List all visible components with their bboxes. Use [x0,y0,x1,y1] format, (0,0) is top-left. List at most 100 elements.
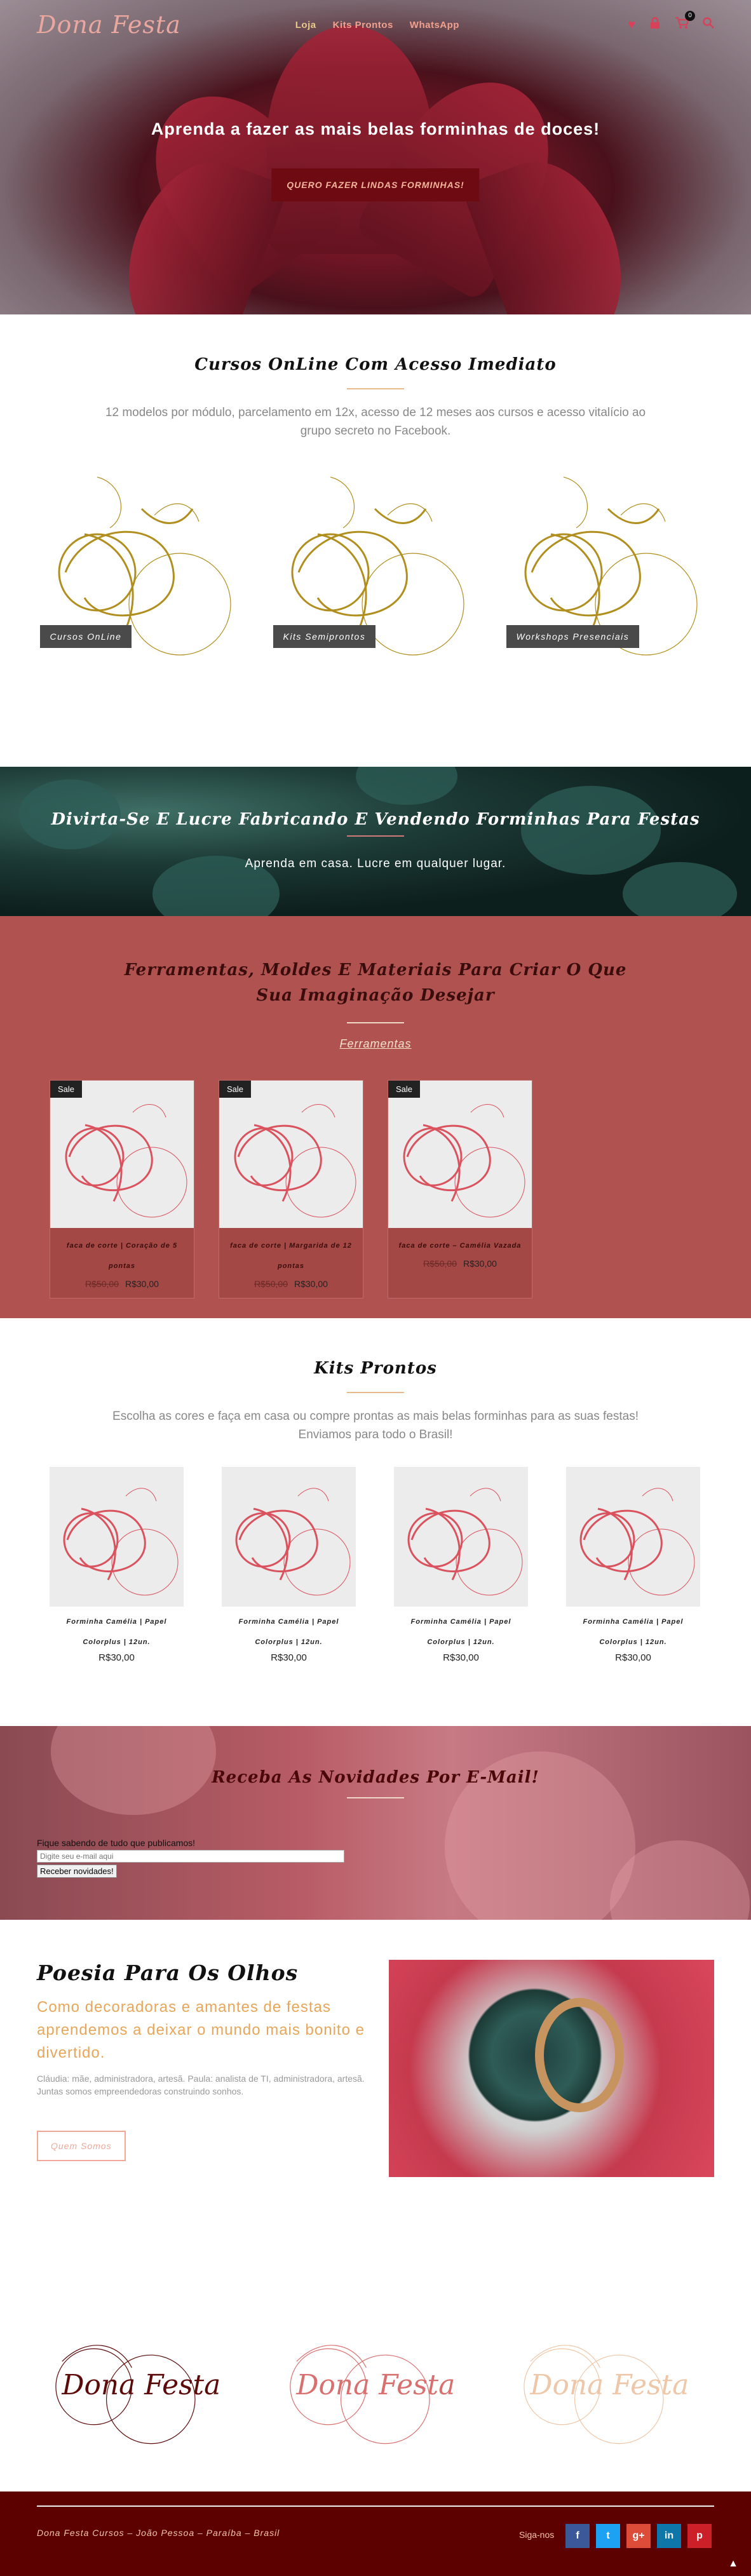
product-price: R$50,00 R$30,00 [388,1256,532,1278]
dona-festa-logo-pink: Dona Festa [289,2345,455,2445]
product-price: R$30,00 [271,1652,307,1663]
logo-text: Dona Festa [61,2369,220,2401]
cursos-description: 12 modelos por módulo, parcelamento em 1… [105,406,646,438]
facebook-icon[interactable]: f [565,2524,590,2548]
product-list: Sale faca de corte | Coração de 5 pontas… [0,1080,751,1298]
twitter-icon[interactable]: t [596,2524,620,2548]
category-kits-semiprontos[interactable]: Kits Semiprontos [273,464,478,674]
divirta-section: Divirta-Se E Lucre Fabricando E Vendendo… [0,767,751,916]
product-image [407,1488,523,1596]
product-image [579,1488,695,1596]
product-image [65,1104,187,1218]
product-card[interactable]: Forminha Camélia | Papel Colorplus | 12u… [394,1467,528,1663]
header-icons: ♥ 0 [628,11,714,33]
product-card[interactable]: Forminha Camélia | Papel Colorplus | 12u… [50,1467,184,1663]
logo-text: Dona Festa [530,2369,689,2401]
product-name[interactable]: faca de corte | Margarida de 12 pontas [219,1228,363,1276]
divider [347,1392,404,1393]
site-footer: Dona Festa Cursos – João Pessoa – Paraíb… [0,2492,751,2576]
product-name[interactable]: faca de corte | Coração de 5 pontas [50,1228,194,1276]
menu-item-loja[interactable]: Loja [295,20,316,30]
product-price: R$30,00 [615,1652,651,1663]
google-plus-icon[interactable]: g+ [626,2524,651,2548]
menu-item-whatsapp[interactable]: WhatsApp [410,20,459,30]
follow-label: Siga-nos [519,2530,555,2540]
product-name[interactable]: Forminha Camélia | Papel Colorplus | 12u… [222,1607,356,1652]
main-menu: Loja Kits Prontos WhatsApp [295,20,459,30]
heart-icon[interactable]: ♥ [628,18,635,32]
subscribe-button[interactable]: Receber novidades! [37,1865,117,1878]
product-name[interactable]: Forminha Camélia | Papel Colorplus | 12u… [566,1607,700,1652]
kits-description: Escolha as cores e faça em casa ou compr… [112,1410,639,1441]
divirta-text: Aprenda em casa. Lucre em qualquer lugar… [245,857,506,870]
about-body: Cláudia: mãe, administradora, artesã. Pa… [37,2074,365,2096]
email-field[interactable] [37,1850,344,1863]
hero-headline: Aprenda a fazer as mais belas forminhas … [151,119,600,138]
linkedin-icon[interactable]: in [657,2524,681,2548]
product-name[interactable]: Forminha Camélia | Papel Colorplus | 12u… [394,1607,528,1652]
footer-divider [37,2505,714,2507]
newsletter-section: Receba As Novidades Por E-Mail! Fique sa… [0,1726,751,1920]
newsletter-label: Fique sabendo de tudo que publicamos! [37,1838,196,1848]
about-section: Poesia Para Os Olhos Como decoradoras e … [0,1920,751,2282]
divirta-title: Divirta-Se E Lucre Fabricando E Vendendo… [51,810,700,829]
product-card[interactable]: Sale faca de corte – Camélia Vazada R$50… [388,1080,532,1298]
brand-logos: Dona Festa Dona Festa Dona Festa [0,2282,751,2492]
ferramentas-title: Ferramentas, Moldes E Materiais Para Cri… [124,961,627,1005]
quem-somos-button[interactable]: Quem Somos [37,2131,126,2161]
product-card[interactable]: Sale faca de corte | Coração de 5 pontas… [50,1080,194,1298]
hero-cta-button[interactable]: QUERO FAZER LINDAS FORMINHAS! [271,168,480,201]
product-image [403,1104,525,1218]
sale-price: R$30,00 [125,1279,159,1289]
product-card[interactable]: Forminha Camélia | Papel Colorplus | 12u… [222,1467,356,1663]
product-image [63,1488,179,1596]
ferramentas-section: Ferramentas, Moldes E Materiais Para Cri… [0,916,751,1318]
product-image [234,1104,356,1218]
product-card[interactable]: Sale faca de corte | Margarida de 12 pon… [219,1080,363,1298]
logo-text: Dona Festa [295,2369,455,2401]
product-card[interactable]: Forminha Camélia | Papel Colorplus | 12u… [566,1467,700,1663]
old-price: R$50,00 [85,1279,119,1289]
menu-item-kits-prontos[interactable]: Kits Prontos [333,20,393,30]
old-price: R$50,00 [254,1279,288,1289]
dona-festa-logo-dark: Dona Festa [55,2345,220,2445]
newsletter-title: Receba As Novidades Por E-Mail! [212,1768,539,1787]
about-title: Poesia Para Os Olhos [37,1960,299,1985]
category-label[interactable]: Workshops Presenciais [506,625,640,648]
pinterest-icon[interactable]: p [687,2524,712,2548]
sale-price: R$30,00 [463,1258,497,1269]
lock-icon[interactable] [649,17,661,33]
product-price: R$50,00 R$30,00 [219,1276,363,1298]
cart-count-badge: 0 [685,11,695,21]
sale-price: R$30,00 [294,1279,328,1289]
divider [347,388,404,389]
product-name[interactable]: Forminha Camélia | Papel Colorplus | 12u… [50,1607,184,1652]
kits-section: Kits Prontos Escolha as cores e faça em … [0,1318,751,1726]
search-icon[interactable] [703,17,714,32]
divider [347,1022,404,1023]
product-name[interactable]: faca de corte – Camélia Vazada [388,1228,532,1256]
ferramentas-link[interactable]: Ferramentas [0,1037,751,1051]
category-workshops[interactable]: Workshops Presenciais [506,464,712,674]
old-price: R$50,00 [423,1258,457,1269]
hero-section: Dona Festa Loja Kits Prontos WhatsApp ♥ … [0,0,751,314]
product-image [235,1488,351,1596]
kits-title: Kits Prontos [314,1359,437,1378]
about-photo [389,1960,714,2177]
kits-product-list: Forminha Camélia | Papel Colorplus | 12u… [0,1467,751,1663]
divider [347,1797,404,1798]
sale-badge: Sale [388,1081,421,1098]
scroll-top-icon[interactable]: ▲ [728,2558,738,2570]
category-label[interactable]: Cursos OnLine [39,625,132,648]
divider [347,835,404,837]
cursos-title: Cursos OnLine Com Acesso Imediato [194,355,557,374]
newsletter-form: Fique sabendo de tudo que publicamos! Re… [37,1838,344,1878]
about-subtitle: Como decoradoras e amantes de festas apr… [37,1999,365,2061]
top-navigation: Dona Festa Loja Kits Prontos WhatsApp ♥ … [0,0,751,50]
category-label[interactable]: Kits Semiprontos [273,625,376,648]
category-cursos-online[interactable]: Cursos OnLine [39,464,245,674]
site-logo[interactable]: Dona Festa [37,11,181,39]
sale-badge: Sale [219,1081,252,1098]
category-list: Cursos OnLine Kits Semiprontos Workshops… [0,464,751,674]
cart-icon[interactable]: 0 [675,11,695,33]
